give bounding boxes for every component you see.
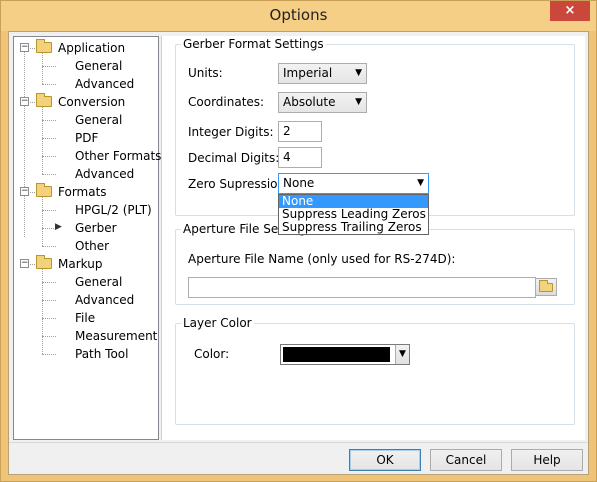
tree-connector [42,354,56,355]
browse-button[interactable] [535,278,557,296]
tree-section-label: Application [58,41,126,55]
tree-section-label: Formats [58,185,107,199]
tree-item[interactable]: General [75,273,122,291]
tree-item[interactable]: File [75,309,95,327]
tree-connector [42,197,43,246]
tree-section-label: Conversion [58,95,126,109]
tree-connector [42,336,56,337]
window-title: Options [269,6,328,24]
tree-item[interactable]: Advanced [75,165,134,183]
units-select[interactable]: Imperial ▼ [278,63,367,84]
coordinates-label: Coordinates: [188,95,265,109]
folder-icon [36,39,52,53]
tree-connector [24,52,25,237]
tree-connector [42,318,56,319]
tree-section-markup[interactable]: Markup [36,255,102,273]
collapse-expander[interactable]: − [20,187,29,196]
collapse-expander[interactable]: − [20,259,29,268]
gerber-group-title: Gerber Format Settings [181,37,326,51]
chevron-down-icon: ▼ [355,97,362,107]
collapse-expander[interactable]: − [20,43,29,52]
tree-connector [42,66,56,67]
tree-item[interactable]: General [75,111,122,129]
options-tree[interactable]: − Application General Advanced − Conversion Ge… [13,36,161,440]
chevron-down-icon: ▼ [395,345,409,364]
tree-item[interactable]: Other Formats [75,147,161,165]
tree-connector [42,138,56,139]
decimal-digits-label: Decimal Digits: [188,151,280,165]
help-button[interactable]: Help [511,449,583,471]
tree-connector [42,107,43,174]
tree-connector [30,48,35,49]
folder-icon [539,280,553,292]
tree-connector [42,282,56,283]
tree-connector [30,192,35,193]
tree-item[interactable]: PDF [75,129,98,147]
tree-connector [42,120,56,121]
tree-item[interactable]: HPGL/2 (PLT) [75,201,152,219]
folder-icon [36,93,52,107]
units-label: Units: [188,66,223,80]
zero-supression-label: Zero Supression: [188,177,290,191]
tree-item[interactable]: Measurement [75,327,157,345]
tree-item[interactable]: Path Tool [75,345,128,363]
dialog-client: − Application General Advanced − Conversion Ge… [8,31,589,475]
tree-connector [42,269,43,354]
tree-connector [42,84,56,85]
color-select[interactable]: ▼ [280,344,410,365]
tree-connector [42,156,56,157]
color-swatch [283,347,390,362]
decimal-digits-input[interactable]: 4 [278,147,322,168]
zero-supression-dropdown[interactable]: None Suppress Leading Zeros Suppress Tra… [278,194,429,235]
tree-section-formats[interactable]: Formats [36,183,107,201]
settings-panel: Gerber Format Settings Units: Imperial ▼… [161,36,585,440]
tree-item[interactable]: General [75,57,122,75]
current-page-arrow-icon: ▶ [55,222,62,232]
tree-connector [30,102,35,103]
tree-item[interactable]: Gerber [75,219,117,237]
button-bar: OK Cancel Help [9,442,588,474]
title-bar: Options × [1,1,596,31]
tree-connector [42,53,43,84]
folder-icon [36,255,52,269]
integer-digits-input[interactable]: 2 [278,121,322,142]
tree-section-label: Markup [58,257,103,271]
collapse-expander[interactable]: − [20,97,29,106]
ok-button[interactable]: OK [349,449,421,471]
coordinates-value: Absolute [283,95,336,109]
tree-connector [42,174,56,175]
tree-connector [42,300,56,301]
zero-supression-select[interactable]: None ▼ [278,173,429,194]
tree-section-application[interactable]: Application [36,39,125,57]
units-value: Imperial [283,66,333,80]
tree-connector [42,246,56,247]
tree-connector [42,210,56,211]
tree-item[interactable]: Advanced [75,291,134,309]
tree-section-conversion[interactable]: Conversion [36,93,125,111]
layer-color-group: Layer Color [175,316,575,425]
aperture-file-label: Aperture File Name (only used for RS-274… [188,252,456,266]
coordinates-select[interactable]: Absolute ▼ [278,92,367,113]
folder-icon [36,183,52,197]
close-button[interactable]: × [550,1,590,21]
integer-digits-label: Integer Digits: [188,125,274,139]
layer-group-title: Layer Color [181,316,254,330]
cancel-button[interactable]: Cancel [430,449,502,471]
color-label: Color: [194,347,230,361]
tree-connector [30,264,35,265]
tree-item[interactable]: Other [75,237,109,255]
tree-connector [42,228,56,229]
dropdown-option-trailing[interactable]: Suppress Trailing Zeros [279,221,428,234]
aperture-file-input[interactable] [188,277,536,298]
zero-supression-value: None [283,176,315,190]
options-window: Options × − Application General Advanced − Co… [0,0,597,482]
tree-item[interactable]: Advanced [75,75,134,93]
chevron-down-icon: ▼ [417,178,424,188]
chevron-down-icon: ▼ [355,68,362,78]
